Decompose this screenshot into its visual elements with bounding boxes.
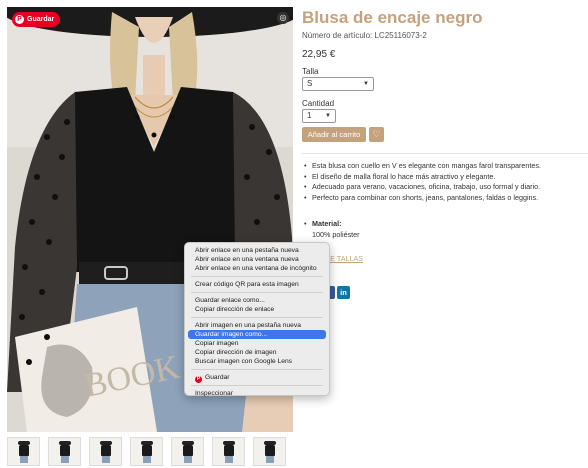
pinterest-save-label: Guardar	[27, 16, 55, 23]
menu-item-open-link-new-window[interactable]: Abrir enlace en una ventana nueva	[185, 255, 329, 264]
thumbnail[interactable]	[7, 437, 40, 466]
menu-item-save-link-as[interactable]: Guardar enlace como...	[185, 296, 329, 305]
pinterest-icon: P	[195, 376, 202, 383]
quantity-label: Cantidad	[302, 99, 335, 108]
thumbnail[interactable]	[212, 437, 245, 466]
heart-icon[interactable]: ♡	[369, 127, 384, 142]
menu-item-search-google-lens[interactable]: Buscar imagen con Google Lens	[185, 357, 329, 366]
menu-separator	[191, 317, 323, 318]
thumbnail-strip	[7, 437, 286, 466]
menu-item-open-link-new-tab[interactable]: Abrir enlace en una pestaña nueva	[185, 246, 329, 255]
thumbnail[interactable]	[171, 437, 204, 466]
menu-item-pinterest-save[interactable]: P Guardar	[185, 373, 329, 383]
chevron-down-icon: ▼	[325, 113, 331, 119]
menu-item-pinterest-save-label: Guardar	[205, 374, 230, 381]
product-price: 22,95 €	[302, 49, 336, 60]
thumbnail[interactable]	[130, 437, 163, 466]
product-description: Esta blusa con cuello en V es elegante c…	[304, 161, 588, 203]
description-item: Perfecto para combinar con shorts, jeans…	[304, 193, 588, 204]
menu-item-open-image-new-tab[interactable]: Abrir imagen en una pestaña nueva	[185, 321, 329, 330]
menu-item-open-link-incognito[interactable]: Abrir enlace en una ventana de incógnito	[185, 264, 329, 273]
menu-item-save-image-as[interactable]: Guardar imagen como...	[188, 330, 326, 339]
chevron-down-icon: ▼	[363, 81, 369, 87]
description-item: Adecuado para verano, vacaciones, oficin…	[304, 182, 588, 193]
material-label: Material:	[304, 219, 341, 228]
menu-separator	[191, 276, 323, 277]
menu-separator	[191, 385, 323, 386]
menu-item-copy-link-address[interactable]: Copiar dirección de enlace	[185, 305, 329, 314]
size-select-value: S	[307, 79, 313, 88]
size-select[interactable]: S ▼	[302, 77, 374, 91]
lens-icon[interactable]: ◎	[277, 12, 289, 24]
material-value: 100% poliéster	[312, 230, 360, 239]
menu-item-copy-image-address[interactable]: Copiar dirección de imagen	[185, 348, 329, 357]
description-item: El diseño de malla floral lo hace más at…	[304, 172, 588, 183]
product-title: Blusa de encaje negro	[302, 8, 483, 27]
size-guide-link[interactable]: DE TALLAS	[325, 254, 363, 263]
menu-separator	[191, 292, 323, 293]
menu-item-inspect[interactable]: Inspeccionar	[185, 389, 329, 398]
pinterest-icon: P	[15, 15, 24, 24]
divider	[302, 153, 588, 154]
linkedin-share-icon[interactable]: in	[337, 286, 350, 299]
description-item: Esta blusa con cuello en V es elegante c…	[304, 161, 588, 172]
thumbnail[interactable]	[48, 437, 81, 466]
menu-item-create-qr[interactable]: Crear código QR para esta imagen	[185, 280, 329, 289]
quantity-select[interactable]: 1 ▼	[302, 109, 336, 123]
quantity-select-value: 1	[307, 111, 312, 120]
size-label: Talla	[302, 67, 319, 76]
menu-item-copy-image[interactable]: Copiar imagen	[185, 339, 329, 348]
add-to-cart-button[interactable]: Añadir al carrito	[302, 127, 366, 142]
product-sku: Número de artículo: LC25116073-2	[302, 31, 427, 40]
thumbnail[interactable]	[253, 437, 286, 466]
menu-separator	[191, 369, 323, 370]
context-menu: Abrir enlace en una pestaña nueva Abrir …	[184, 242, 330, 398]
pinterest-save-button[interactable]: P Guardar	[12, 12, 61, 27]
thumbnail[interactable]	[89, 437, 122, 466]
